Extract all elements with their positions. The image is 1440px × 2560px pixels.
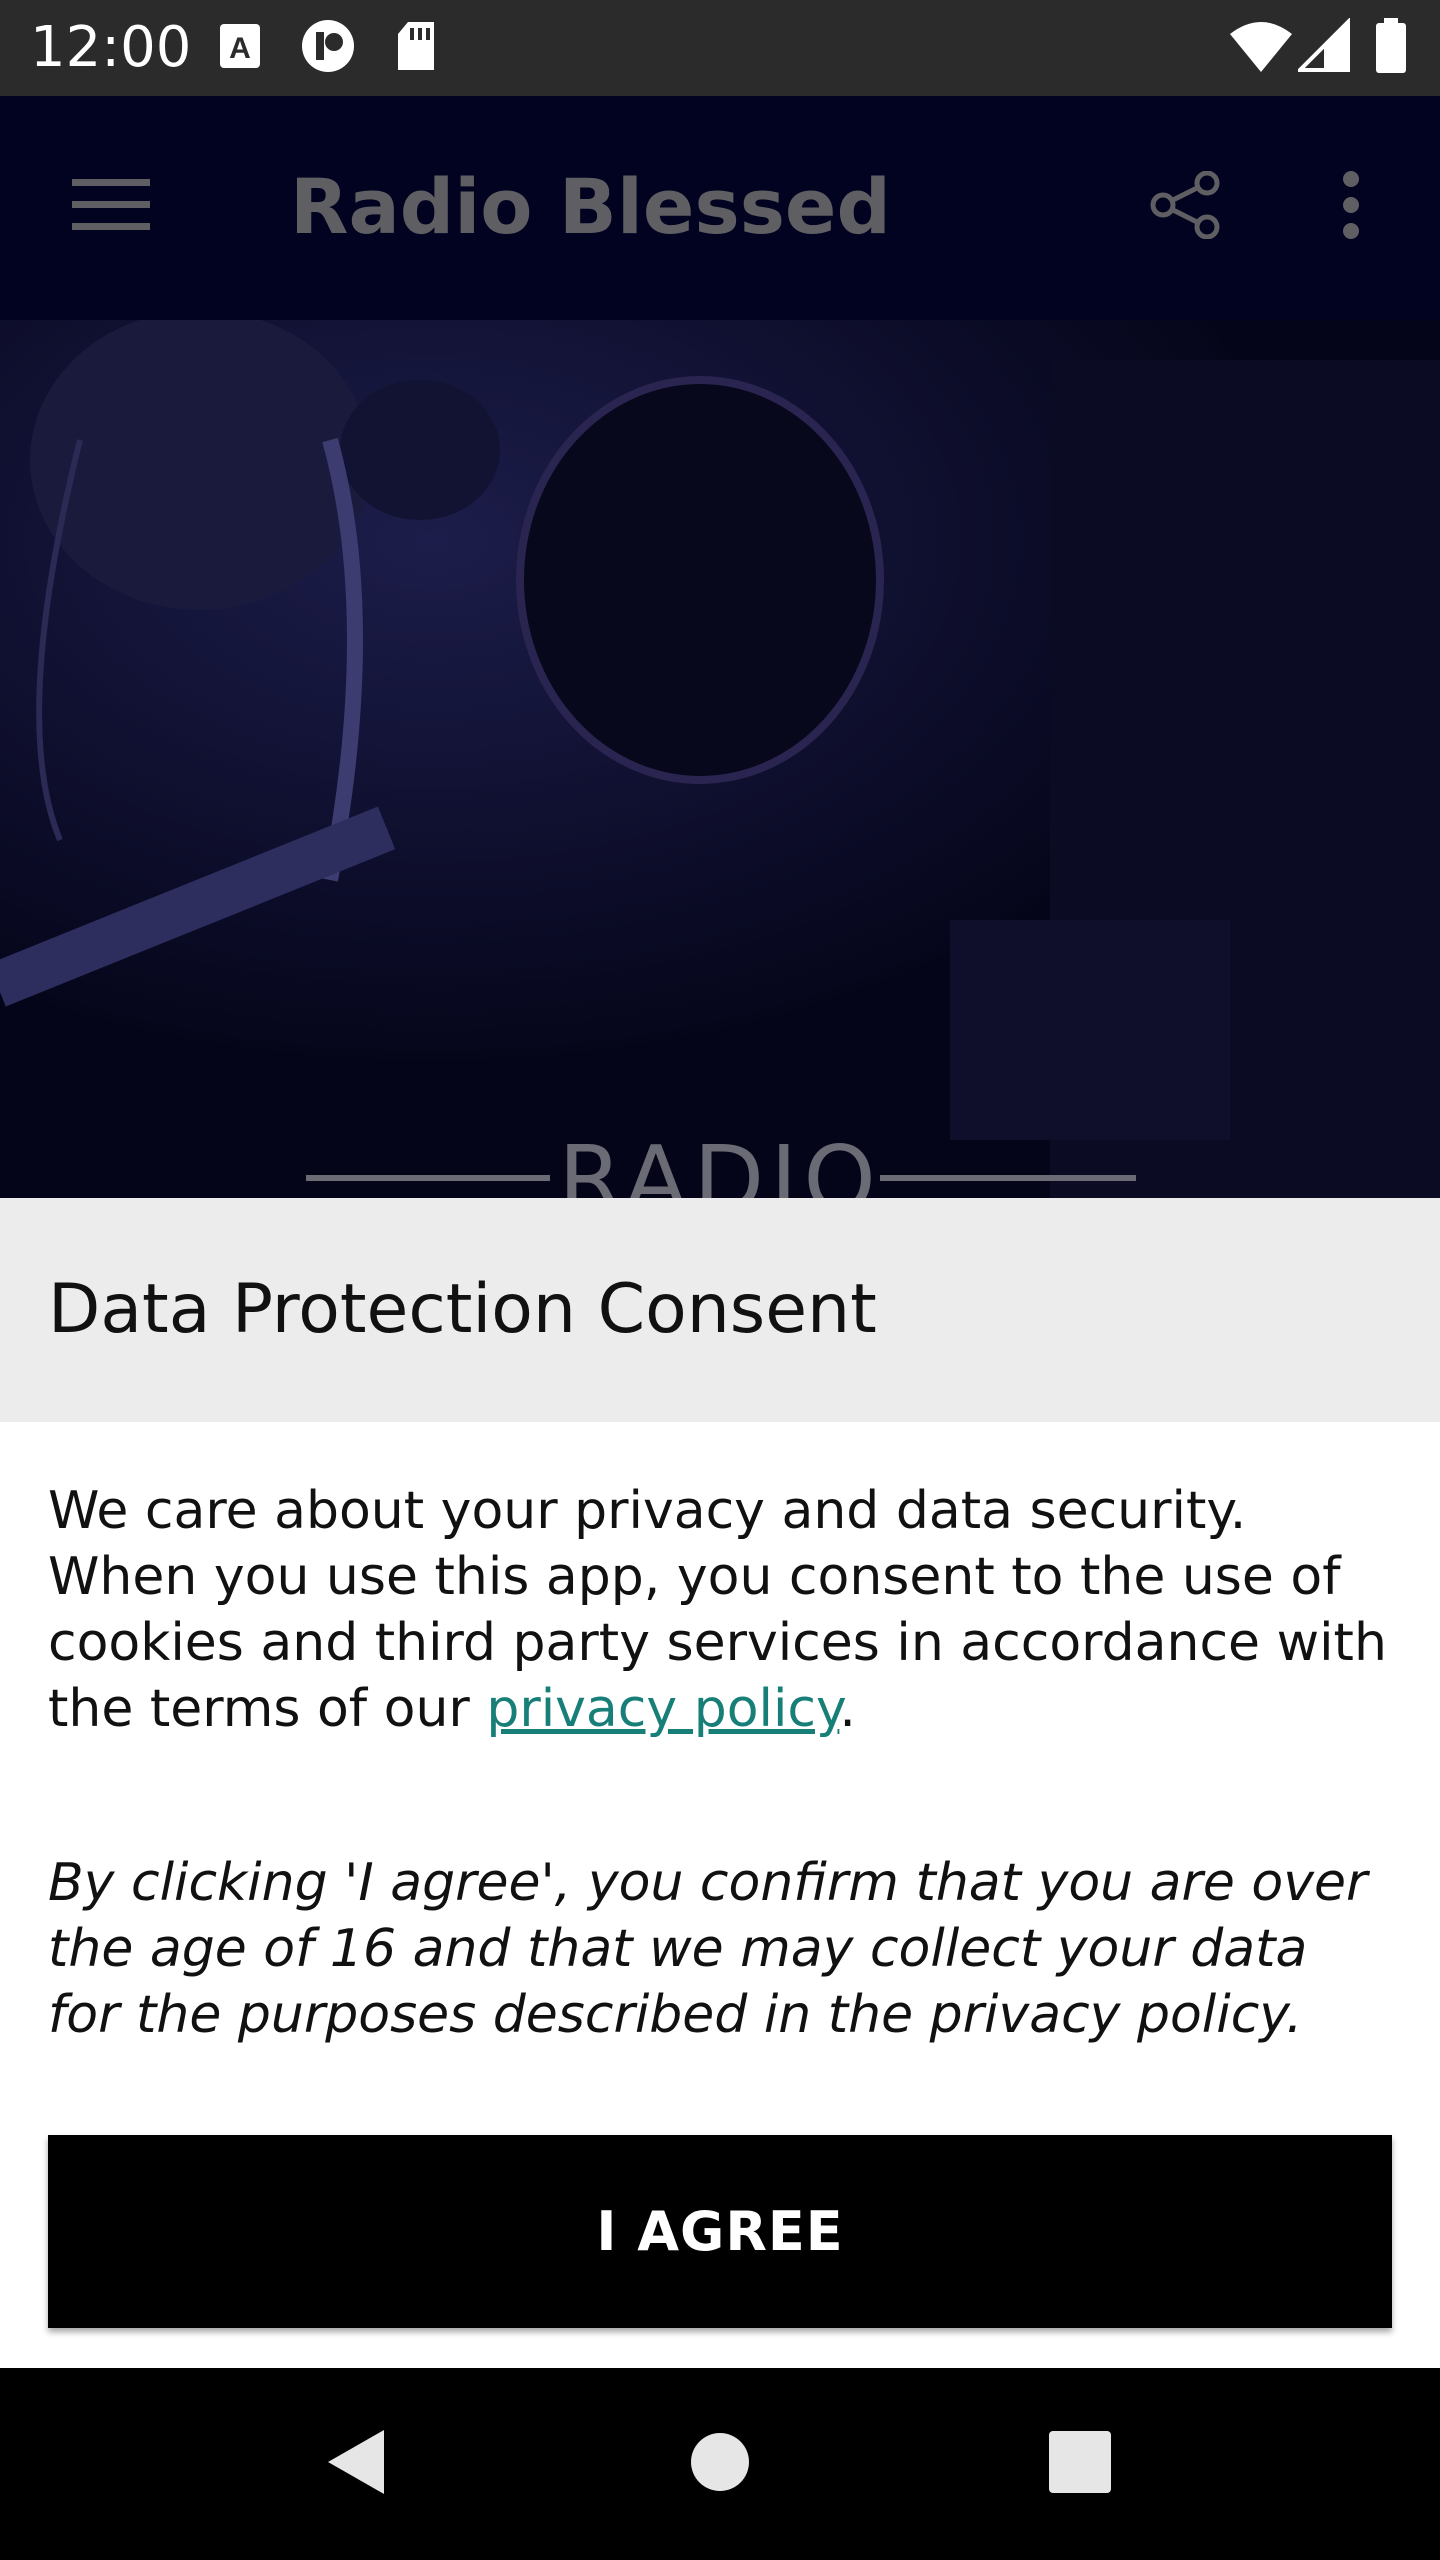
navigation-bar (0, 2368, 1440, 2560)
age-confirmation-text: By clicking 'I agree', you confirm that … (48, 1853, 1368, 2045)
sd-card-icon (394, 18, 438, 74)
privacy-policy-link[interactable]: privacy policy (486, 1679, 839, 1739)
svg-text:A: A (229, 32, 251, 65)
notification-p-icon (300, 18, 356, 74)
consent-body: We care about your privacy and data secu… (0, 1422, 1440, 2368)
consent-title: Data Protection Consent (48, 1270, 877, 1349)
menu-icon (72, 177, 150, 238)
wifi-icon (1228, 18, 1294, 74)
app-bar: Radio Blessed (0, 96, 1440, 320)
back-icon (324, 2428, 388, 2501)
app-title: Radio Blessed (290, 162, 891, 251)
home-icon (690, 2432, 750, 2497)
consent-header: Data Protection Consent (0, 1198, 1440, 1422)
share-button[interactable] (1120, 142, 1250, 272)
battery-icon (1374, 18, 1408, 74)
hero-radio-label: RADIO (558, 1126, 882, 1199)
microphone-image (0, 320, 1440, 1198)
recents-icon (1049, 2430, 1111, 2498)
font-a-icon: A (218, 18, 264, 74)
home-button[interactable] (660, 2404, 780, 2524)
cell-signal-icon (1295, 17, 1350, 74)
i-agree-button[interactable]: I AGREE (48, 2135, 1392, 2328)
recents-button[interactable] (1020, 2404, 1140, 2524)
menu-button[interactable] (46, 142, 176, 272)
hero-image: RADIO (0, 320, 1440, 1198)
status-bar: 12:00 A (0, 0, 1440, 96)
back-button[interactable] (296, 2404, 416, 2524)
share-icon (1149, 170, 1221, 244)
more-vert-icon (1341, 170, 1361, 244)
consent-paragraph-end: . (839, 1679, 856, 1739)
consent-paragraph: We care about your privacy and data secu… (48, 1478, 1388, 1742)
status-time: 12:00 (30, 15, 192, 80)
more-options-button[interactable] (1286, 142, 1416, 272)
